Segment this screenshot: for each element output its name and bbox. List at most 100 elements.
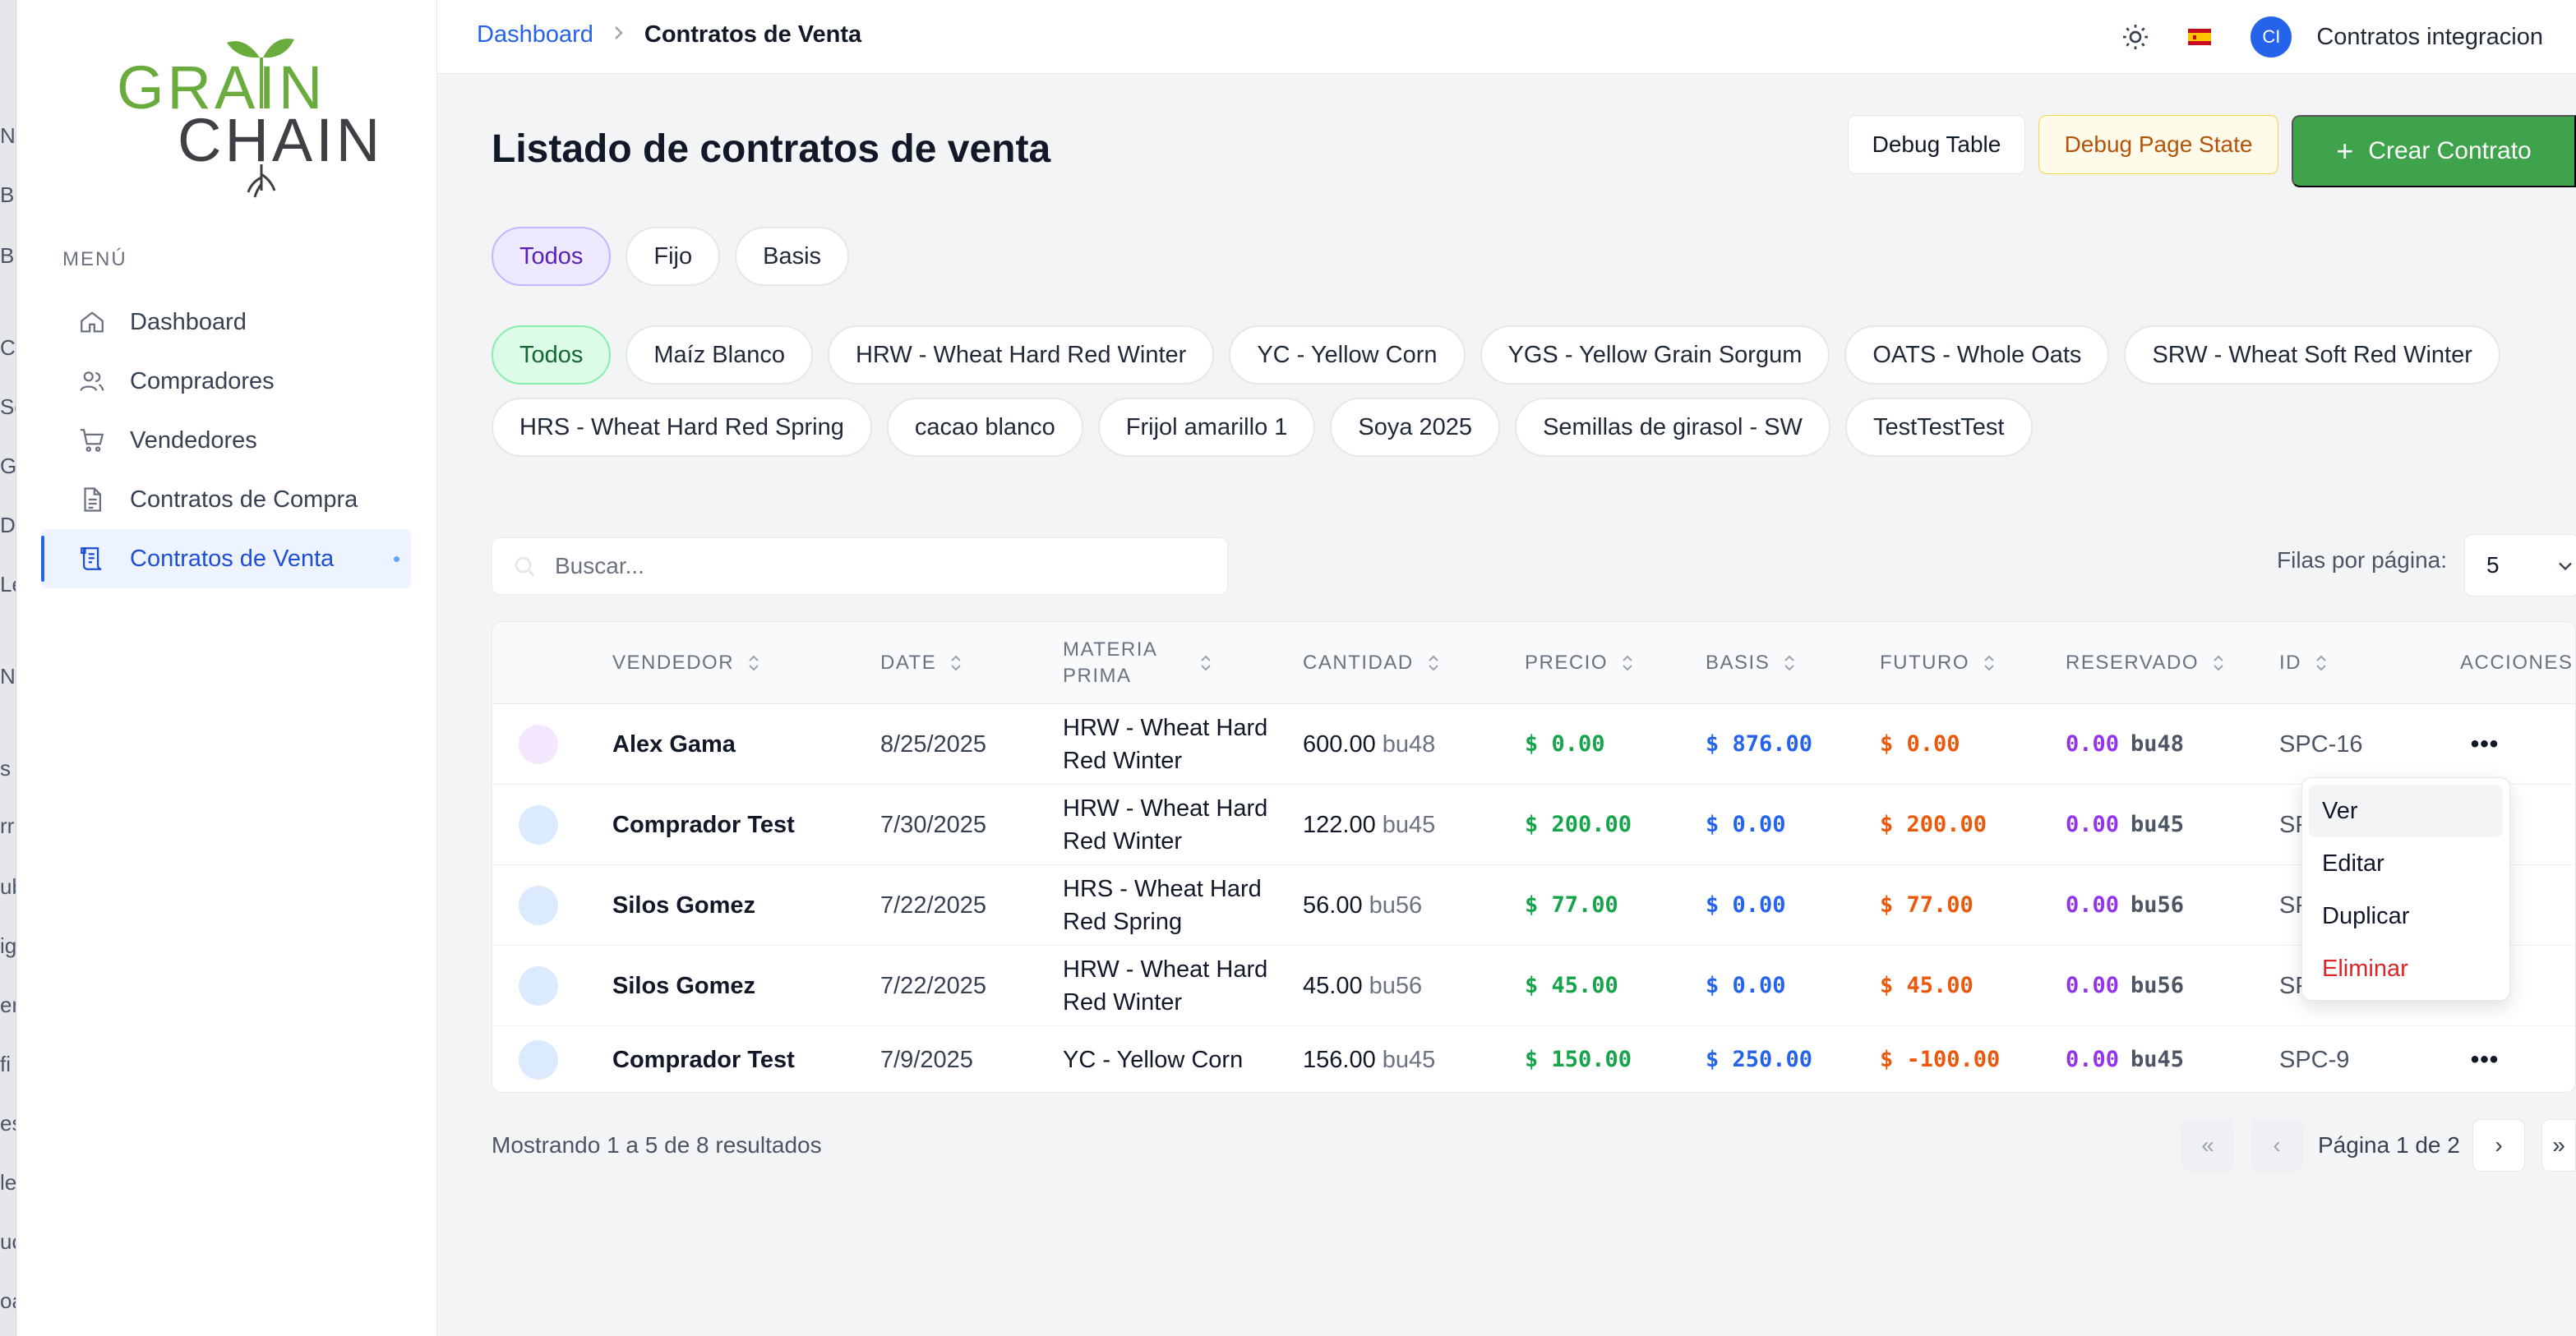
users-icon xyxy=(77,366,107,396)
sidebar-item-contratos-compra[interactable]: Contratos de Compra xyxy=(41,470,411,529)
commodity-filter-chip[interactable]: Frijol amarillo 1 xyxy=(1097,398,1316,457)
cell-precio: $ 200.00 xyxy=(1525,812,1632,837)
column-header-reservado[interactable]: RESERVADO xyxy=(2066,622,2227,704)
cantidad-unit: bu45 xyxy=(1382,812,1436,838)
commodity-filter-chip[interactable]: cacao blanco xyxy=(886,398,1083,457)
cell-vendedor: Silos Gomez xyxy=(612,973,756,999)
debug-page-state-button[interactable]: Debug Page State xyxy=(2038,115,2278,174)
background-window-strip: Nu Bu Bil Co So GF DA Le Nu s rr ub ig e… xyxy=(0,0,16,1336)
cantidad-unit: bu45 xyxy=(1382,1047,1436,1073)
strip-fragment: Le xyxy=(0,572,16,597)
commodity-filter-chip[interactable]: TestTestTest xyxy=(1844,398,2033,457)
user-name[interactable]: Contratos integracion xyxy=(2316,24,2543,51)
row-actions-dropdown: Ver Editar Duplicar Eliminar xyxy=(2301,777,2510,1001)
next-page-button[interactable]: › xyxy=(2472,1119,2525,1172)
reservado-value: 0.00 xyxy=(2066,892,2120,918)
cell-materia: YC - Yellow Corn xyxy=(1063,1047,1244,1073)
cell-vendedor: Comprador Test xyxy=(612,812,795,838)
cantidad-value: 122.00 xyxy=(1303,812,1376,838)
type-filter-todos[interactable]: Todos xyxy=(492,227,612,286)
strip-fragment: ig xyxy=(0,933,16,958)
sort-icon xyxy=(2214,655,2223,671)
column-header-precio[interactable]: PRECIO xyxy=(1525,622,1636,704)
cell-reservado: 0.00 bu48 xyxy=(2066,704,2184,785)
commodity-filter-chip[interactable]: HRS - Wheat Hard Red Spring xyxy=(492,398,872,457)
commodity-filter-chip[interactable]: OATS - Whole Oats xyxy=(1844,325,2110,385)
commodity-filter-chip[interactable]: Semillas de girasol - SW xyxy=(1515,398,1830,457)
strip-fragment: oa xyxy=(0,1288,16,1313)
cell-precio: $ 77.00 xyxy=(1525,892,1618,918)
sidebar-item-vendedores[interactable]: Vendedores xyxy=(41,411,411,470)
row-actions-menu-icon[interactable]: ••• xyxy=(2468,728,2501,761)
cantidad-unit: bu48 xyxy=(1382,731,1436,758)
column-header-label: ID xyxy=(2279,652,2301,674)
spain-flag-icon[interactable] xyxy=(2188,29,2212,45)
rows-per-page-select[interactable]: 5 xyxy=(2464,534,2576,597)
sidebar-item-compradores[interactable]: Compradores xyxy=(41,352,411,411)
table-row[interactable]: Silos Gomez 7/22/2025 HRW - Wheat Hard R… xyxy=(492,946,2575,1026)
commodity-filter-chip[interactable]: SRW - Wheat Soft Red Winter xyxy=(2124,325,2500,385)
cell-cantidad: 156.00 bu45 xyxy=(1303,1026,1436,1092)
column-header-date[interactable]: DATE xyxy=(880,622,964,704)
cell-reservado: 0.00 bu56 xyxy=(2066,865,2184,946)
grainchain-logo[interactable]: GRAIN CHAIN xyxy=(99,30,378,202)
menu-item-duplicar[interactable]: Duplicar xyxy=(2309,890,2503,942)
sort-icon xyxy=(1984,655,1994,671)
commodity-filter-todos[interactable]: Todos xyxy=(492,325,612,385)
table-row[interactable]: Comprador Test 7/30/2025 HRW - Wheat Har… xyxy=(492,785,2575,865)
breadcrumb-dashboard-link[interactable]: Dashboard xyxy=(477,21,593,48)
row-avatar xyxy=(519,886,558,925)
cell-materia: HRS - Wheat Hard Red Spring xyxy=(1063,876,1262,935)
table-row[interactable]: Comprador Test 7/9/2025 YC - Yellow Corn… xyxy=(492,1026,2575,1092)
cell-date: 7/30/2025 xyxy=(880,812,987,838)
cell-basis: $ 876.00 xyxy=(1706,731,1813,757)
first-page-button[interactable]: « xyxy=(2181,1119,2234,1172)
cell-materia: HRW - Wheat Hard Red Winter xyxy=(1063,956,1268,1016)
table-row[interactable]: Silos Gomez 7/22/2025 HRS - Wheat Hard R… xyxy=(492,865,2575,946)
column-header-vendedor[interactable]: VENDEDOR xyxy=(612,622,762,704)
search-icon xyxy=(515,556,535,577)
user-avatar[interactable]: CI xyxy=(2251,16,2292,58)
last-page-button[interactable]: » xyxy=(2541,1119,2576,1172)
commodity-filter-chip[interactable]: Maíz Blanco xyxy=(626,325,813,385)
column-header-cantidad[interactable]: CANTIDAD xyxy=(1303,622,1442,704)
cantidad-unit: bu56 xyxy=(1369,973,1423,999)
menu-item-editar[interactable]: Editar xyxy=(2309,837,2503,890)
menu-item-ver[interactable]: Ver xyxy=(2309,785,2503,837)
column-header-id[interactable]: ID xyxy=(2279,622,2329,704)
column-header-basis[interactable]: BASIS xyxy=(1706,622,1798,704)
active-indicator-dot xyxy=(394,556,399,562)
debug-table-button[interactable]: Debug Table xyxy=(1848,115,2025,174)
table-row[interactable]: Alex Gama 8/25/2025 HRW - Wheat Hard Red… xyxy=(492,704,2575,785)
column-header-futuro[interactable]: FUTURO xyxy=(1880,622,1997,704)
column-header-label: VENDEDOR xyxy=(612,652,735,674)
commodity-filter-chip[interactable]: HRW - Wheat Hard Red Winter xyxy=(827,325,1215,385)
column-header-label: RESERVADO xyxy=(2066,652,2199,674)
page-indicator: Página 1 de 2 xyxy=(2318,1132,2460,1158)
search-input[interactable] xyxy=(555,553,1227,579)
commodity-filter-chip[interactable]: Soya 2025 xyxy=(1330,398,1501,457)
cell-vendedor: Silos Gomez xyxy=(612,892,756,919)
column-header-materia-prima[interactable]: MATERIA PRIMA xyxy=(1063,622,1227,704)
menu-item-eliminar[interactable]: Eliminar xyxy=(2309,942,2503,995)
sidebar-item-contratos-venta[interactable]: Contratos de Venta xyxy=(41,529,411,588)
cell-id: SPC-9 xyxy=(2279,1047,2350,1073)
commodity-filter-row-1: Todos Maíz Blanco HRW - Wheat Hard Red W… xyxy=(492,325,2515,385)
type-filter-fijo[interactable]: Fijo xyxy=(626,227,721,286)
strip-fragment: GF xyxy=(0,454,16,478)
page-title: Listado de contratos de venta xyxy=(492,127,1051,171)
column-header-label: PRECIO xyxy=(1525,652,1609,674)
row-actions-menu-icon[interactable]: ••• xyxy=(2468,1043,2501,1076)
commodity-filter-chip[interactable]: YC - Yellow Corn xyxy=(1229,325,1466,385)
sidebar-item-label: Dashboard xyxy=(130,308,247,335)
create-contract-button[interactable]: + Crear Contrato xyxy=(2292,115,2576,187)
commodity-filter-chip[interactable]: YGS - Yellow Grain Sorgum xyxy=(1480,325,1830,385)
reservado-unit: bu48 xyxy=(2131,731,2185,757)
previous-page-button[interactable]: ‹ xyxy=(2251,1119,2303,1172)
cell-vendedor: Comprador Test xyxy=(612,1047,795,1073)
row-avatar xyxy=(519,1040,558,1080)
type-filter-basis[interactable]: Basis xyxy=(735,227,850,286)
cantidad-value: 56.00 xyxy=(1303,892,1363,919)
theme-toggle-sun-icon[interactable] xyxy=(2119,21,2152,53)
sidebar-item-dashboard[interactable]: Dashboard xyxy=(41,293,411,352)
